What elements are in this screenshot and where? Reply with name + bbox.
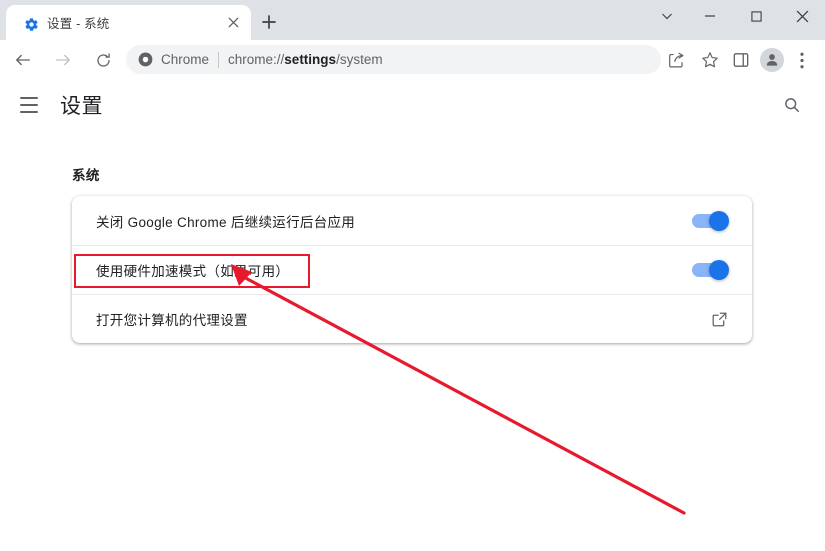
- search-icon[interactable]: [779, 92, 805, 118]
- section-label: 系统: [72, 168, 100, 183]
- browser-tab[interactable]: 设置 - 系统: [6, 5, 251, 40]
- omnibox-chip-label: Chrome: [161, 52, 210, 67]
- chevron-down-icon[interactable]: [647, 0, 687, 32]
- external-link-icon[interactable]: [710, 310, 728, 328]
- arrow-forward-icon: [49, 46, 77, 74]
- settings-gear-icon: [23, 16, 39, 32]
- reload-icon[interactable]: [89, 46, 117, 74]
- tab-title: 设置 - 系统: [47, 17, 110, 31]
- window-controls: [647, 0, 825, 32]
- row-label: 打开您计算机的代理设置: [96, 313, 248, 328]
- arrow-back-icon[interactable]: [9, 46, 37, 74]
- toggle-knob: [709, 210, 729, 231]
- url-prefix: chrome://: [228, 52, 285, 67]
- page-title: 设置: [60, 95, 103, 118]
- tab-strip: 设置 - 系统: [0, 0, 825, 40]
- browser-toolbar: Chrome chrome://settings/system: [0, 40, 825, 79]
- settings-row-background-apps[interactable]: 关闭 Google Chrome 后继续运行后台应用: [72, 196, 752, 245]
- share-icon[interactable]: [662, 46, 690, 74]
- minimize-icon[interactable]: [687, 0, 733, 32]
- settings-row-proxy-settings[interactable]: 打开您计算机的代理设置: [72, 294, 752, 343]
- toggle-background-apps[interactable]: [692, 210, 729, 231]
- omnibox-url: chrome://settings/system: [228, 52, 383, 67]
- hamburger-menu-icon[interactable]: [20, 92, 46, 118]
- profile-avatar[interactable]: [758, 46, 786, 74]
- row-label: 关闭 Google Chrome 后继续运行后台应用: [96, 214, 356, 230]
- chrome-logo-icon: [137, 52, 153, 68]
- settings-content: 系统 关闭 Google Chrome 后继续运行后台应用 使用硬件加速模式（如…: [0, 134, 825, 551]
- toggle-hardware-acceleration[interactable]: [692, 260, 729, 280]
- address-bar[interactable]: Chrome chrome://settings/system: [126, 45, 661, 74]
- omnibox-divider: [218, 51, 220, 68]
- close-icon[interactable]: [779, 0, 825, 32]
- new-tab-button[interactable]: [255, 8, 283, 36]
- bookmark-star-icon[interactable]: [696, 46, 724, 74]
- url-suffix: /system: [336, 52, 383, 67]
- toggle-knob: [709, 260, 729, 280]
- settings-card: 关闭 Google Chrome 后继续运行后台应用 使用硬件加速模式（如果可用…: [72, 196, 752, 343]
- side-panel-icon[interactable]: [727, 46, 755, 74]
- maximize-icon[interactable]: [733, 0, 779, 32]
- settings-header: 设置: [0, 78, 825, 134]
- row-label: 使用硬件加速模式（如果可用）: [96, 264, 290, 279]
- url-bold: settings: [284, 52, 337, 67]
- avatar: [760, 48, 784, 72]
- close-icon[interactable]: [225, 14, 242, 31]
- settings-row-hardware-acceleration[interactable]: 使用硬件加速模式（如果可用）: [72, 245, 752, 294]
- browser-menu-icon[interactable]: [791, 46, 813, 74]
